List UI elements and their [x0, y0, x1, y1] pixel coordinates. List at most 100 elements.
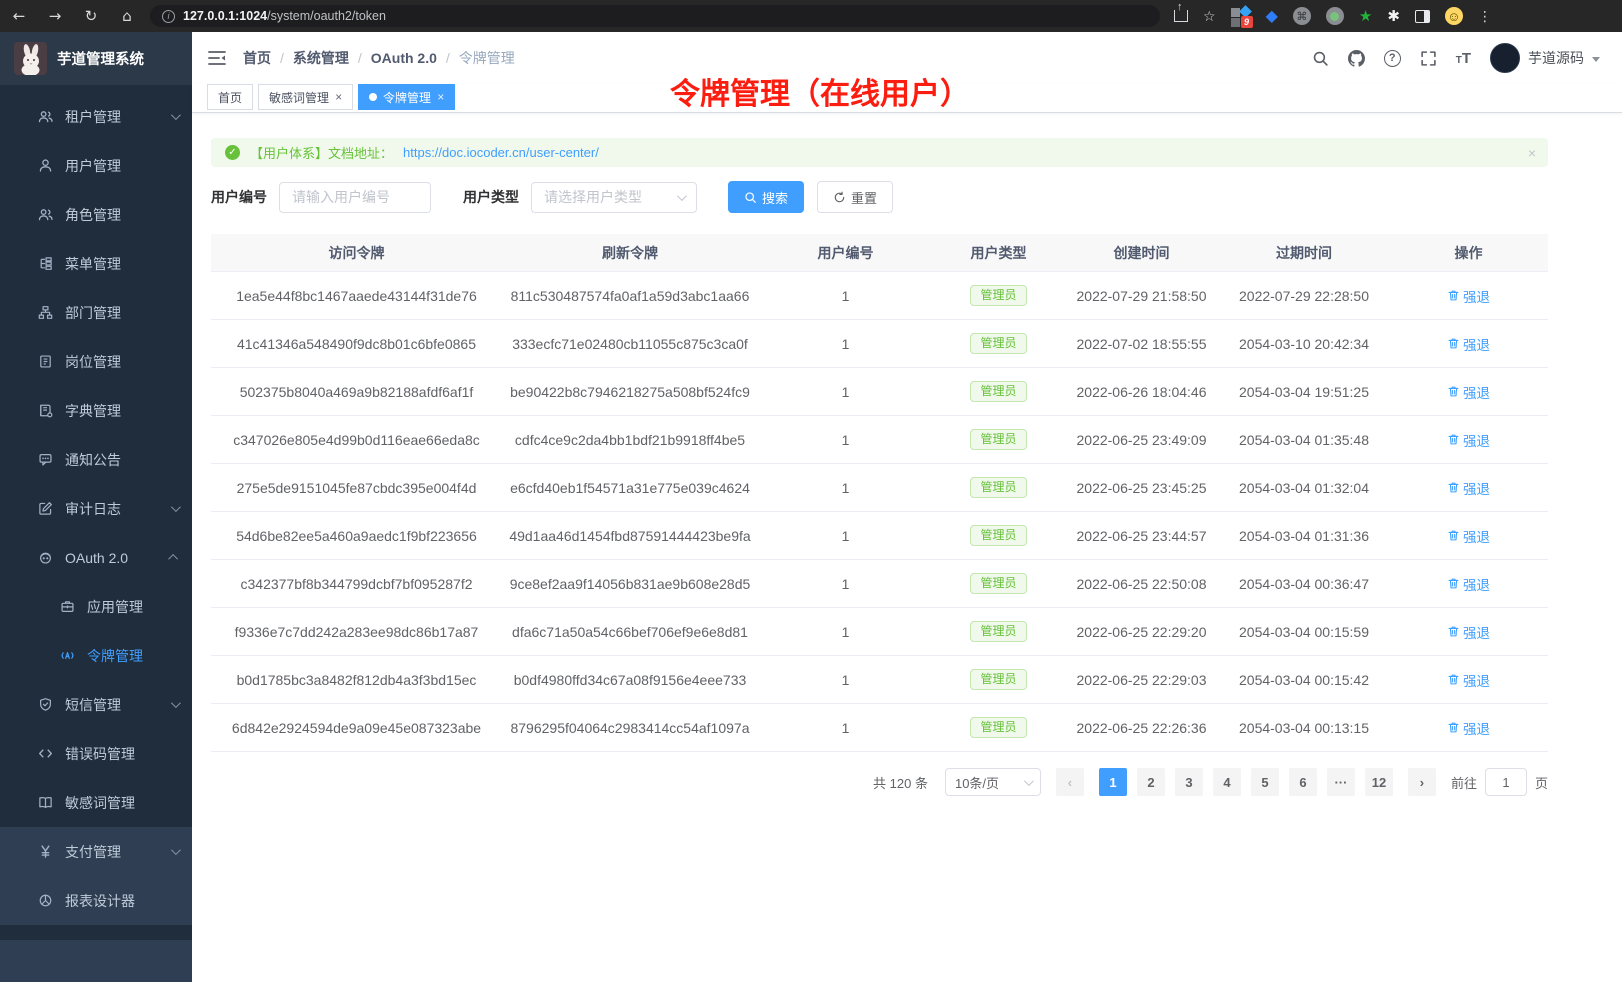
user-type-select[interactable]: 请选择用户类型 [531, 182, 697, 213]
sidebar-item[interactable]: 租户管理 [0, 92, 192, 141]
tab-close-icon[interactable]: × [335, 90, 342, 104]
goto-page-input[interactable] [1485, 768, 1527, 796]
breadcrumb-separator: / [358, 50, 362, 66]
access-token-cell: c347026e805e4d99b0d116eae66eda8c [211, 432, 502, 448]
sidebar-logo[interactable]: 芋道管理系统 [0, 32, 192, 85]
doc-link[interactable]: https://doc.iocoder.cn/user-center/ [403, 145, 599, 160]
browser-back-icon[interactable]: ← [10, 7, 28, 25]
page-button[interactable]: 12 [1365, 768, 1393, 796]
sidebar-item[interactable]: 审计日志 [0, 484, 192, 533]
sidebar-item[interactable]: 通知公告 [0, 435, 192, 484]
breadcrumb-item[interactable]: 首页 [243, 48, 271, 68]
tab-label: 首页 [218, 89, 242, 106]
next-page-button[interactable]: › [1408, 768, 1436, 796]
force-logout-button[interactable]: 强退 [1447, 382, 1490, 402]
sidebar-item[interactable]: 报表设计器 [0, 876, 192, 925]
extension-icon[interactable]: 9 [1231, 7, 1251, 25]
bookmark-star-icon[interactable]: ☆ [1203, 8, 1216, 25]
force-logout-button[interactable]: 强退 [1447, 526, 1490, 546]
breadcrumb-item[interactable]: OAuth 2.0 [371, 50, 437, 66]
recorder-extension-icon[interactable] [1326, 7, 1344, 25]
page-size-select[interactable]: 10条/页 [945, 768, 1041, 796]
user-id-cell: 1 [758, 672, 933, 688]
force-logout-button[interactable]: 强退 [1447, 430, 1490, 450]
force-logout-button[interactable]: 强退 [1447, 478, 1490, 498]
access-token-cell: 54d6be82ee5a460a9aedc1f9bf223656 [211, 528, 502, 544]
site-info-icon[interactable]: i [162, 10, 175, 23]
sidebar-item-label: OAuth 2.0 [65, 550, 159, 566]
github-icon[interactable] [1348, 50, 1365, 67]
sidebar-item[interactable]: 角色管理 [0, 190, 192, 239]
column-header: 创建时间 [1064, 243, 1219, 263]
sidebar-item-icon [38, 305, 53, 320]
page-button[interactable]: 5 [1251, 768, 1279, 796]
browser-menu-icon[interactable]: ⋮ [1478, 8, 1492, 25]
sidebar-item[interactable]: 部门管理 [0, 288, 192, 337]
breadcrumb-item[interactable]: 令牌管理 [459, 48, 515, 68]
sidebar-item[interactable]: 错误码管理 [0, 729, 192, 778]
trash-icon [1447, 289, 1460, 302]
share-icon[interactable] [1174, 10, 1188, 22]
gem-extension-icon[interactable]: ◆ [1266, 6, 1278, 26]
browser-forward-icon[interactable]: → [46, 7, 64, 25]
user-id-input[interactable] [279, 182, 431, 213]
prev-page-button[interactable]: ‹ [1056, 768, 1084, 796]
fullscreen-icon[interactable] [1420, 50, 1437, 67]
page-button[interactable]: 3 [1175, 768, 1203, 796]
sidebar-item[interactable]: 用户管理 [0, 141, 192, 190]
user-type-cell: 管理员 [933, 573, 1064, 594]
cmd-extension-icon[interactable]: ⌘ [1293, 7, 1311, 25]
page-button[interactable]: ··· [1327, 768, 1355, 796]
sidebar-item[interactable]: 字典管理 [0, 386, 192, 435]
search-button[interactable]: 搜索 [728, 181, 804, 213]
username: 芋道源码 [1528, 48, 1584, 68]
sidebar-item[interactable]: 应用管理 [0, 582, 192, 631]
address-bar[interactable]: i 127.0.0.1:1024/system/oauth2/token [150, 5, 1160, 27]
breadcrumb-item[interactable]: 系统管理 [293, 48, 349, 68]
force-logout-button[interactable]: 强退 [1447, 622, 1490, 642]
created-time-cell: 2022-06-25 23:45:25 [1064, 480, 1219, 496]
sidebar-item[interactable]: 菜单管理 [0, 239, 192, 288]
refresh-token-cell: cdfc4ce9c2da4bb1bdf21b9918ff4be5 [502, 432, 758, 448]
view-tab[interactable]: ● 令牌管理 × [358, 84, 455, 110]
force-logout-button[interactable]: 强退 [1447, 286, 1490, 306]
tab-close-icon[interactable]: × [437, 90, 444, 104]
browser-reload-icon[interactable]: ↻ [82, 7, 100, 25]
sidebar-item[interactable]: 令牌管理 [0, 631, 192, 680]
search-icon[interactable] [1312, 50, 1329, 67]
green-star-extension-icon[interactable]: ★ [1359, 7, 1372, 25]
table-row: 275e5de9151045fe87cbdc395e004f4d e6cfd40… [211, 464, 1548, 512]
sidebar-item[interactable]: 岗位管理 [0, 337, 192, 386]
white-extension-icon[interactable]: ✱ [1387, 7, 1400, 25]
page-button[interactable]: 6 [1289, 768, 1317, 796]
column-header: 刷新令牌 [502, 243, 758, 263]
hamburger-icon[interactable] [207, 48, 227, 68]
refresh-token-cell: 333ecfc71e02480cb11055c875c3ca0f [502, 336, 758, 352]
user-type-cell: 管理员 [933, 525, 1064, 546]
chevron-down-icon [677, 191, 687, 201]
font-size-icon[interactable]: TT [1456, 50, 1471, 67]
page-button[interactable]: 4 [1213, 768, 1241, 796]
sidebar-item[interactable]: 支付管理 [0, 827, 192, 876]
sidebar-item[interactable]: OAuth 2.0 [0, 533, 192, 582]
user-menu[interactable]: 芋道源码 [1490, 43, 1600, 73]
sidebar-item-icon [38, 158, 53, 173]
user-type-badge: 管理员 [970, 285, 1026, 306]
side-panel-icon[interactable] [1415, 10, 1430, 23]
force-logout-button[interactable]: 强退 [1447, 574, 1490, 594]
help-icon[interactable]: ? [1384, 50, 1401, 67]
view-tab[interactable]: 首页 [207, 84, 253, 110]
sidebar-item[interactable]: 短信管理 [0, 680, 192, 729]
sidebar-item-label: 字典管理 [65, 401, 178, 421]
page-button[interactable]: 1 [1099, 768, 1127, 796]
sidebar-item[interactable]: 敏感词管理 [0, 778, 192, 827]
force-logout-button[interactable]: 强退 [1447, 334, 1490, 354]
browser-home-icon[interactable]: ⌂ [118, 7, 136, 25]
force-logout-button[interactable]: 强退 [1447, 670, 1490, 690]
force-logout-button[interactable]: 强退 [1447, 718, 1490, 738]
alert-close-icon[interactable]: × [1528, 145, 1536, 161]
view-tab[interactable]: 敏感词管理 × [258, 84, 353, 110]
reset-button[interactable]: 重置 [817, 181, 893, 213]
profile-emoji-icon[interactable]: ☺ [1445, 7, 1463, 25]
page-button[interactable]: 2 [1137, 768, 1165, 796]
